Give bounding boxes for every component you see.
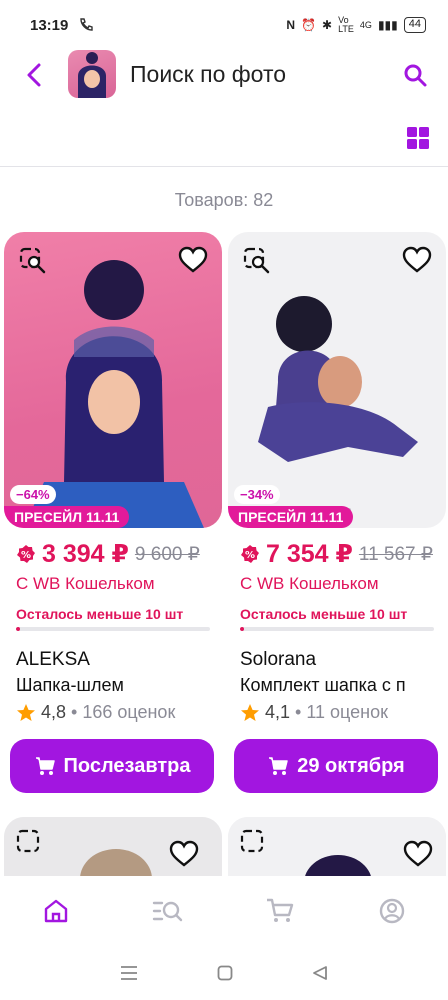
star-icon <box>241 703 259 721</box>
catalog-search-icon <box>152 901 183 922</box>
nav-home[interactable] <box>36 891 76 931</box>
wallet-label: С WB Кошельком <box>16 574 155 593</box>
wallet-discount-icon: % <box>241 545 259 563</box>
cart-icon <box>35 757 55 775</box>
review-count: • 166 оценок <box>71 702 176 722</box>
promo-badge: ПРЕСЕЙЛ 11.11 <box>228 506 354 528</box>
delivery-date: 29 октября <box>297 754 405 777</box>
product-image[interactable]: −64% ПРЕСЕЙЛ 11.11 <box>4 232 222 528</box>
star-icon <box>17 703 35 721</box>
results-count: Товаров: 82 <box>174 190 274 210</box>
network-label: 4G <box>359 20 372 30</box>
call-icon <box>80 18 94 31</box>
stock-bar-fill <box>16 627 20 631</box>
home-icon <box>44 899 68 923</box>
nav-cart[interactable] <box>260 891 300 931</box>
search-photo-thumbnail[interactable] <box>68 50 116 98</box>
product-photo <box>228 817 446 877</box>
page-title: Поиск по фото <box>130 61 287 87</box>
wallet-discount-icon: % <box>17 545 35 563</box>
promo-badge: ПРЕСЕЙЛ 11.11 <box>4 506 130 528</box>
svg-text:%: % <box>245 550 255 561</box>
cart-icon <box>267 898 294 922</box>
system-navigation <box>0 946 448 1000</box>
favorite-heart-icon[interactable] <box>402 246 432 274</box>
header-divider <box>0 166 448 167</box>
wallet-label: С WB Кошельком <box>240 574 379 593</box>
nfc-icon: N <box>286 18 296 32</box>
product-brand: Solorana <box>240 649 317 670</box>
top-bar: Поиск по фото <box>0 50 448 100</box>
discount-badge: −64% <box>10 485 56 504</box>
product-photo <box>258 296 418 462</box>
stock-bar <box>16 627 210 631</box>
volte-icon: Vo LTE <box>338 15 354 34</box>
product-rating: 4,1 <box>265 702 291 722</box>
product-price: 3 394 ₽ <box>42 540 129 568</box>
menu-icon[interactable] <box>120 965 138 981</box>
search-icon[interactable] <box>402 62 428 88</box>
discount-badge: −34% <box>234 485 280 504</box>
old-price: 9 600 ₽ <box>134 543 200 565</box>
bottom-navigation <box>0 876 448 946</box>
nav-catalog[interactable] <box>148 891 188 931</box>
product-photo <box>4 817 222 877</box>
product-brand: ALEKSA <box>16 649 90 670</box>
product-name: Шапка-шлем <box>16 675 124 695</box>
product-image[interactable]: −34% ПРЕСЕЙЛ 11.11 <box>228 232 446 528</box>
home-square-icon[interactable] <box>217 965 233 981</box>
stock-bar-fill <box>240 627 244 631</box>
back-icon[interactable] <box>22 62 48 88</box>
status-bar: 13:19 N ⏰ ✱ Vo LTE 4G ▮▮▮ 44 <box>0 0 448 50</box>
review-count: • 11 оценок <box>295 702 388 722</box>
stock-bar <box>240 627 434 631</box>
visual-search-icon[interactable] <box>18 246 48 276</box>
old-price: 11 567 ₽ <box>358 543 433 565</box>
photo-thumbnail-image <box>78 52 106 98</box>
stock-warning: Осталось меньше 10 шт <box>16 606 184 622</box>
back-triangle-icon[interactable] <box>312 965 328 981</box>
stock-warning: Осталось меньше 10 шт <box>240 606 408 622</box>
add-to-cart-button[interactable]: 29 октября <box>234 739 438 793</box>
battery-icon: 44 <box>403 17 426 33</box>
profile-icon <box>379 898 405 924</box>
product-card[interactable]: −64% ПРЕСЕЙЛ 11.11 % 3 394 ₽ 9 600 ₽ С W… <box>4 232 222 793</box>
product-card-partial[interactable] <box>4 817 222 877</box>
signal-icon: ▮▮▮ <box>377 18 398 32</box>
product-photo <box>24 260 204 528</box>
visual-search-icon[interactable] <box>242 246 272 276</box>
product-price: 7 354 ₽ <box>266 540 353 568</box>
cart-icon <box>269 757 288 775</box>
product-rating: 4,8 <box>41 702 67 722</box>
product-card[interactable]: −34% ПРЕСЕЙЛ 11.11 % 7 354 ₽ 11 567 ₽ С … <box>228 232 446 793</box>
bluetooth-icon: ✱ <box>322 18 333 32</box>
product-name: Комплект шапка с п <box>240 675 406 695</box>
alarm-icon: ⏰ <box>301 18 317 32</box>
delivery-date: Послезавтра <box>63 754 191 777</box>
nav-profile[interactable] <box>372 891 412 931</box>
grid-view-icon[interactable] <box>406 126 430 150</box>
add-to-cart-button[interactable]: Послезавтра <box>10 739 214 793</box>
svg-text:%: % <box>21 550 31 561</box>
status-time: 13:19 <box>30 16 69 34</box>
product-card-partial[interactable] <box>228 817 446 877</box>
favorite-heart-icon[interactable] <box>178 246 208 274</box>
